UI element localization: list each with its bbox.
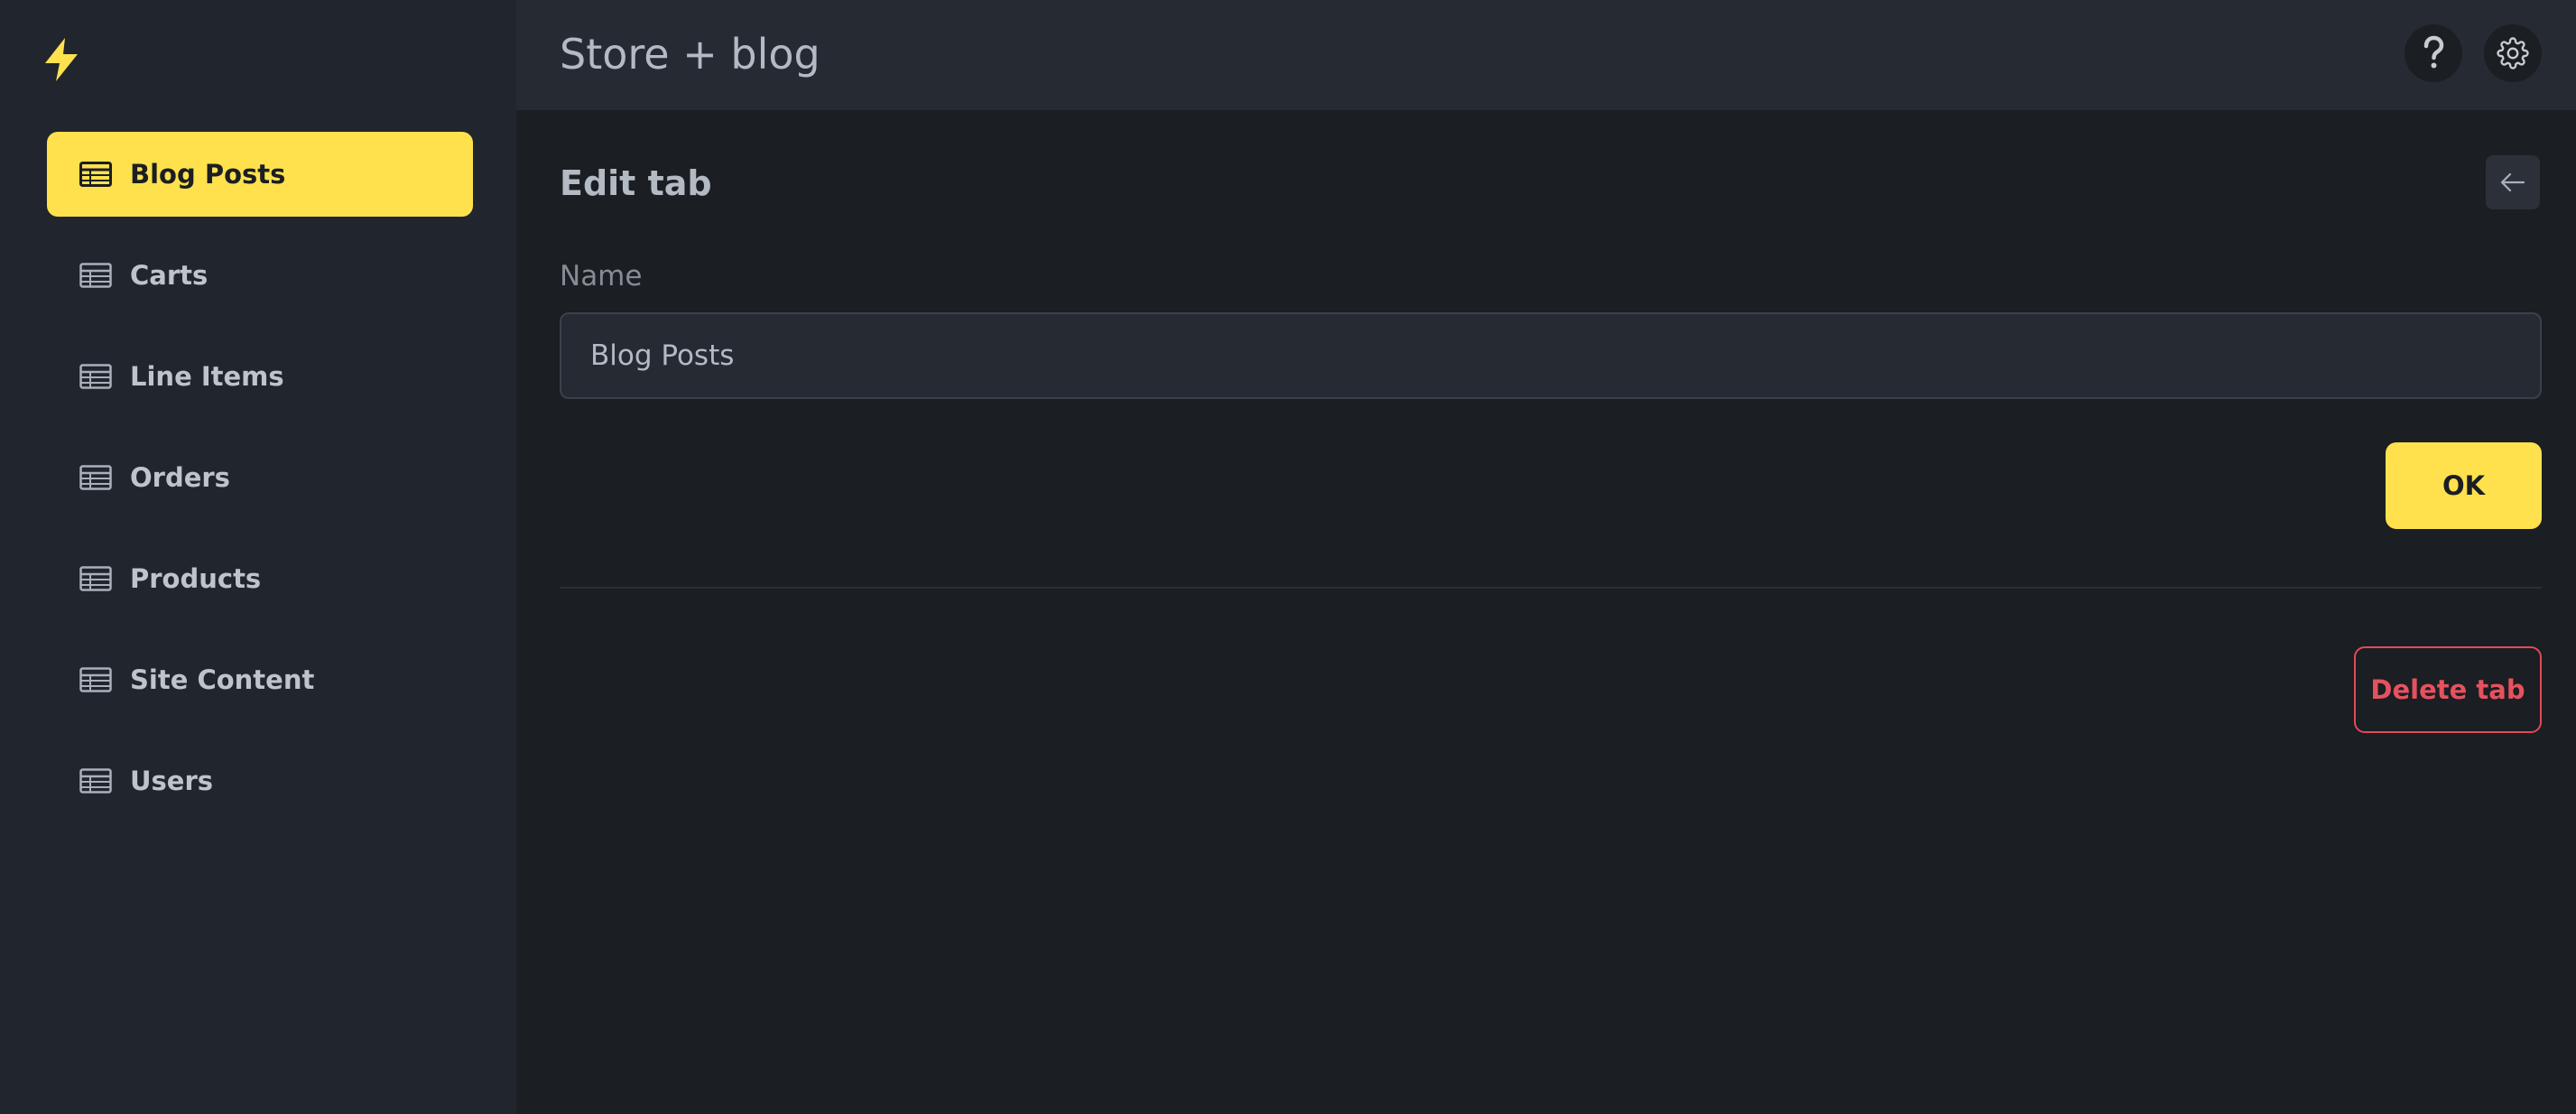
- sidebar-item-label: Site Content: [130, 664, 315, 695]
- back-button[interactable]: [2486, 155, 2540, 209]
- sidebar-item-blog-posts[interactable]: Blog Posts: [47, 132, 473, 217]
- sidebar: Blog Posts Carts Line Items Orders Produ…: [0, 0, 516, 1114]
- sidebar-item-orders[interactable]: Orders: [47, 435, 473, 520]
- page-title: Edit tab: [560, 163, 712, 203]
- sidebar-item-users[interactable]: Users: [47, 738, 473, 823]
- arrow-left-icon: [2500, 172, 2525, 192]
- sidebar-item-label: Carts: [130, 260, 208, 291]
- table-icon: [79, 465, 112, 490]
- name-label: Name: [560, 260, 643, 292]
- ok-button[interactable]: OK: [2386, 442, 2542, 529]
- lightning-bolt-icon[interactable]: [40, 36, 83, 83]
- help-button[interactable]: [2405, 24, 2462, 82]
- sidebar-item-label: Users: [130, 766, 214, 796]
- delete-tab-button[interactable]: Delete tab: [2354, 646, 2542, 733]
- sidebar-item-products[interactable]: Products: [47, 536, 473, 621]
- table-icon: [79, 566, 112, 591]
- top-bar: Store + blog: [516, 0, 2576, 110]
- sidebar-item-carts[interactable]: Carts: [47, 233, 473, 318]
- sidebar-item-label: Products: [130, 563, 262, 594]
- sidebar-nav: Blog Posts Carts Line Items Orders Produ…: [47, 132, 473, 840]
- app-title: Store + blog: [560, 30, 820, 79]
- table-icon: [79, 162, 112, 187]
- table-icon: [79, 364, 112, 389]
- table-icon: [79, 667, 112, 692]
- sidebar-item-line-items[interactable]: Line Items: [47, 334, 473, 419]
- divider: [560, 587, 2542, 589]
- edit-tab-panel: Edit tab Name OK Delete tab: [516, 110, 2576, 1114]
- gear-icon: [2497, 37, 2529, 70]
- table-icon: [79, 768, 112, 794]
- table-icon: [79, 263, 112, 288]
- sidebar-item-label: Blog Posts: [130, 159, 286, 190]
- sidebar-item-site-content[interactable]: Site Content: [47, 637, 473, 722]
- settings-button[interactable]: [2484, 24, 2542, 82]
- name-field[interactable]: [560, 312, 2542, 399]
- question-mark-icon: [2423, 35, 2444, 69]
- sidebar-item-label: Line Items: [130, 361, 284, 392]
- sidebar-item-label: Orders: [130, 462, 230, 493]
